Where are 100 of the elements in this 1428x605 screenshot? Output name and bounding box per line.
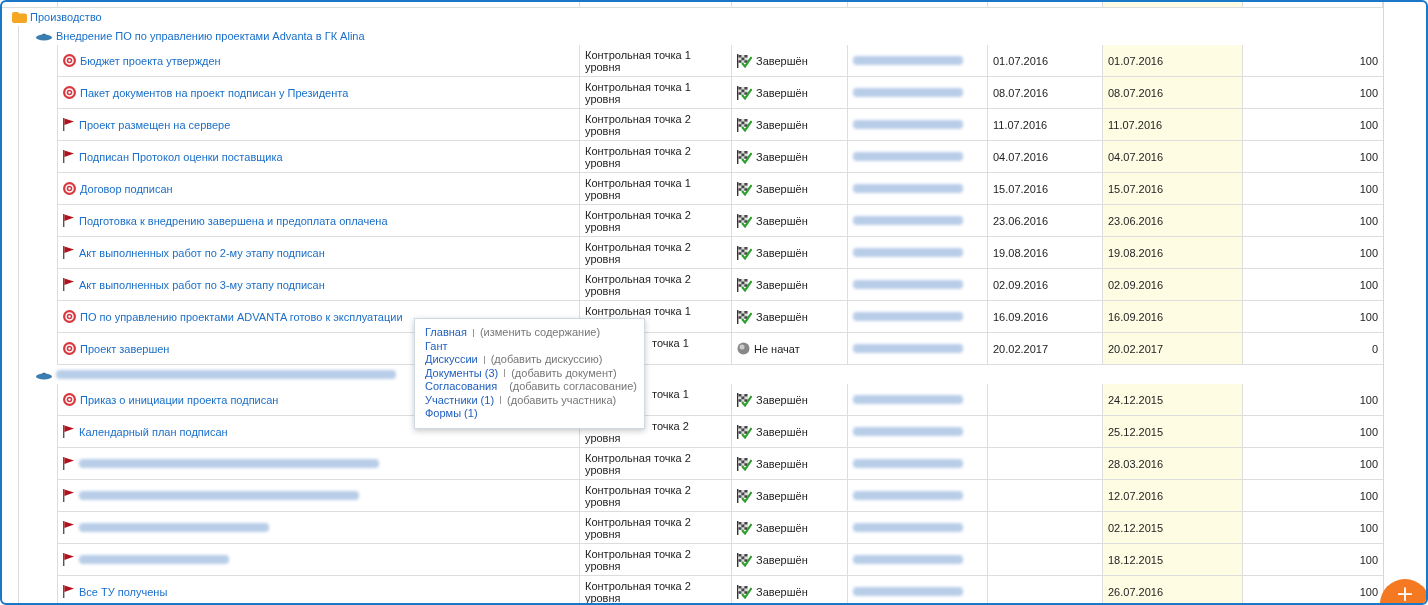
fact-date: 25.12.2015 — [1108, 425, 1164, 438]
plan-date: 15.07.2016 — [993, 182, 1049, 195]
milestone-link[interactable]: Акт выполненных работ по 3-му этапу подписан — [79, 278, 325, 291]
milestone-type: уровня — [585, 528, 621, 540]
fact-date: 02.09.2016 — [1108, 278, 1164, 291]
milestone-type: Контрольная точка 2 — [585, 580, 691, 592]
fact-date: 02.12.2015 — [1108, 521, 1164, 534]
percent-value: 100 — [1359, 214, 1378, 227]
milestone-link[interactable]: Проект размещен на сервере — [79, 118, 231, 131]
status-text: Завершён — [756, 310, 808, 323]
popup-menu-link[interactable]: Согласования — [425, 380, 498, 394]
status-text: Завершён — [756, 118, 808, 131]
percent-value: 100 — [1359, 86, 1378, 99]
milestone-type: Контрольная точка 2 — [585, 273, 691, 285]
flag-icon — [63, 118, 75, 131]
target-icon — [63, 342, 76, 355]
target-icon — [63, 54, 76, 67]
milestone-link[interactable]: Приказ о инициации проекта подписан — [80, 393, 279, 406]
target-icon — [63, 86, 76, 99]
milestone-type: точка 1 — [651, 337, 689, 349]
fact-date: 19.08.2016 — [1108, 246, 1164, 259]
milestone-link[interactable]: Подписан Протокол оценки поставщика — [79, 150, 283, 163]
fact-date: 08.07.2016 — [1108, 86, 1164, 99]
status-text: Завершён — [756, 521, 808, 534]
percent-value: 100 — [1359, 585, 1378, 598]
fact-date: 12.07.2016 — [1108, 489, 1164, 502]
fact-date: 23.06.2016 — [1108, 214, 1164, 227]
status-text: Завершён — [756, 553, 808, 566]
milestone-type: уровня — [585, 61, 621, 73]
milestone-link[interactable]: Календарный план подписан — [79, 425, 228, 438]
flag-icon — [63, 278, 75, 291]
target-icon — [63, 310, 76, 323]
status-text: Завершён — [756, 214, 808, 227]
percent-value: 100 — [1359, 521, 1378, 534]
plan-date: 19.08.2016 — [993, 246, 1049, 259]
popup-menu-link[interactable]: Главная — [425, 326, 467, 340]
status-text: Завершён — [756, 489, 808, 502]
percent-value: 100 — [1359, 489, 1378, 502]
flag-icon — [63, 150, 75, 163]
folder-link[interactable]: Производство — [30, 11, 102, 23]
popup-menu-link[interactable]: Дискуссии — [425, 353, 478, 367]
milestone-type: Контрольная точка 2 — [585, 113, 691, 125]
flag-icon — [63, 425, 75, 438]
percent-value: 100 — [1359, 393, 1378, 406]
percent-value: 0 — [1371, 342, 1378, 355]
fact-date: 18.12.2015 — [1108, 553, 1164, 566]
milestone-type: уровня — [585, 189, 621, 201]
flag-icon — [63, 489, 75, 502]
project-link[interactable]: Внедрение ПО по управлению проектами Advanta в ГК Alina — [56, 29, 365, 42]
milestone-type: Контрольная точка 2 — [585, 484, 691, 496]
percent-value: 100 — [1359, 425, 1378, 438]
flag-icon — [63, 521, 75, 534]
target-icon — [63, 182, 76, 195]
status-text: Завершён — [756, 585, 808, 598]
milestone-type: точка 1 — [651, 388, 689, 400]
milestone-type: Контрольная точка 2 — [585, 548, 691, 560]
percent-value: 100 — [1359, 182, 1378, 195]
plan-date: 04.07.2016 — [993, 150, 1049, 163]
milestone-type: уровня — [585, 464, 621, 476]
popup-menu-link[interactable]: Документы (3) — [425, 366, 499, 380]
popup-action-link[interactable]: (добавить участника) — [507, 393, 617, 407]
popup-action-link[interactable]: (добавить дискуссию) — [490, 353, 603, 367]
fact-date: 11.07.2016 — [1108, 118, 1163, 131]
folder-icon — [12, 11, 27, 23]
popup-menu-link[interactable]: Участники (1) — [425, 393, 495, 407]
plan-date: 01.07.2016 — [993, 54, 1049, 67]
milestone-type: Контрольная точка 1 — [585, 305, 691, 317]
flag-icon — [63, 585, 75, 598]
milestone-link[interactable]: Проект завершен — [80, 342, 170, 355]
fact-date: 26.07.2016 — [1108, 585, 1164, 598]
fact-date: 28.03.2016 — [1108, 457, 1164, 470]
milestone-type: Контрольная точка 2 — [585, 241, 691, 253]
popup-action-link[interactable]: (добавить документ) — [511, 366, 617, 380]
popup-menu-link[interactable]: Гант — [425, 339, 448, 353]
fact-date: 01.07.2016 — [1108, 54, 1164, 67]
status-text: Завершён — [756, 54, 808, 67]
plan-date: 20.02.2017 — [993, 342, 1049, 355]
milestone-type: Контрольная точка 1 — [585, 177, 691, 189]
flag-icon — [63, 214, 75, 227]
status-text: Завершён — [756, 246, 808, 259]
add-fab-button[interactable]: + — [1380, 579, 1426, 603]
flag-icon — [63, 246, 75, 259]
percent-value: 100 — [1359, 457, 1378, 470]
popup-menu-link[interactable]: Формы (1) — [425, 407, 478, 421]
milestone-link[interactable]: Договор подписан — [80, 182, 173, 195]
milestone-link[interactable]: Все ТУ получены — [79, 585, 168, 598]
popup-action-link[interactable]: (добавить согласование) — [509, 380, 637, 394]
fact-date: 24.12.2015 — [1108, 393, 1164, 406]
milestone-type: уровня — [585, 560, 621, 572]
milestone-type: Контрольная точка 2 — [585, 516, 691, 528]
status-text: Завершён — [756, 278, 808, 291]
milestone-type: уровня — [585, 157, 621, 169]
milestone-type: Контрольная точка 2 — [585, 452, 691, 464]
percent-value: 100 — [1359, 553, 1378, 566]
flag-icon — [63, 553, 75, 566]
popup-action-link[interactable]: (изменить содержание) — [479, 326, 601, 340]
milestone-type: уровня — [585, 496, 621, 508]
milestone-link[interactable]: Бюджет проекта утвержден — [80, 54, 221, 67]
milestone-link[interactable]: Акт выполненных работ по 2-му этапу подписан — [79, 246, 325, 259]
percent-value: 100 — [1359, 246, 1378, 259]
